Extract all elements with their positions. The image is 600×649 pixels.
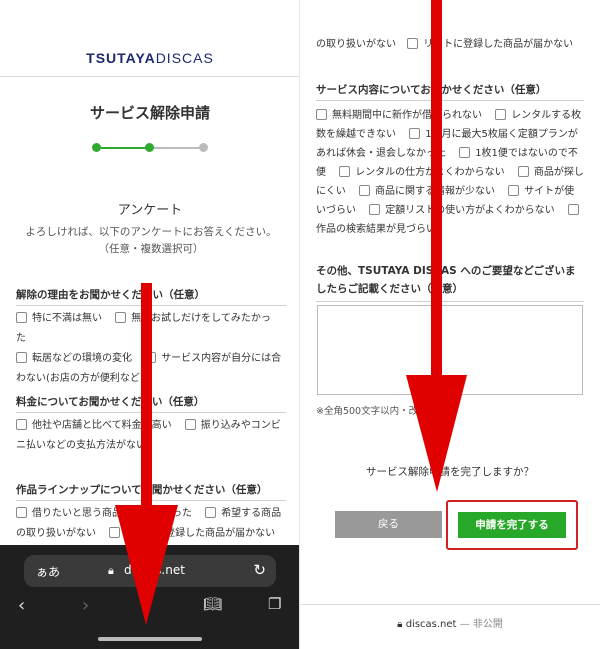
step-dot-2 [145, 143, 154, 152]
checkbox[interactable] [316, 109, 327, 120]
question-price-options: 他社や店舗と比べて料金が高い 振り込みやコンビニ払いなどの支払方法がない [16, 416, 288, 456]
reader-settings-button[interactable]: ぁあ [36, 563, 60, 580]
question-reason-options: 特に不満は無い 無料お試しだけをしてみたかった 転居などの環境の変化 サービス内… [16, 309, 288, 389]
checkbox[interactable] [517, 166, 529, 177]
option-price-1[interactable]: 他社や店舗と比べて料金が高い [16, 419, 172, 431]
checkbox[interactable] [145, 352, 157, 363]
checkbox[interactable] [16, 312, 27, 323]
back-icon[interactable]: ‹ [18, 595, 25, 616]
question-service-options: 無料期間中に新作が借りられない レンタルする枚数を繰越できない 1ヶ月に最大5枚… [316, 106, 584, 239]
forward-icon[interactable]: › [82, 595, 89, 616]
option-service-5[interactable]: レンタルの仕方がよくわからない [339, 166, 505, 178]
footer-address: 🔒︎ discas.net — 非公開 [300, 615, 600, 630]
checkbox[interactable] [16, 507, 27, 518]
option-lineup-1[interactable]: 借りたいと思う商品が貸し中だった [16, 507, 192, 519]
checkbox[interactable] [359, 185, 370, 196]
checkbox[interactable] [495, 109, 507, 120]
survey-description: よろしければ、以下のアンケートにお答えください。（任意・複数選択可） [25, 226, 277, 255]
checkbox[interactable] [109, 527, 121, 538]
logo-brand: TSUTAYA [86, 50, 156, 66]
question-other-title: その他、TSUTAYA DISCAS へのご要望などございましたらご記載ください… [316, 262, 584, 302]
question-service-title: サービス内容についてお聞かせください（任意） [316, 82, 584, 101]
question-lineup-options: 借りたいと思う商品が貸し中だった 希望する商品の取り扱いがない リストに登録した… [16, 504, 288, 544]
char-limit-note: ※全角500文字以内・改行不可 [316, 406, 447, 417]
option-service-9[interactable]: 定額リストの使い方がよくわからない [369, 204, 555, 216]
checkbox[interactable] [409, 128, 421, 139]
submit-button[interactable]: 申請を完了する [458, 512, 566, 538]
checkbox[interactable] [16, 352, 27, 363]
lock-icon: 🔒︎ [108, 564, 114, 577]
home-indicator [98, 637, 202, 641]
footer-private: — 非公開 [459, 619, 503, 630]
checkbox[interactable] [16, 419, 27, 430]
option-lineup-3[interactable]: リストに登録した商品が届かない [109, 527, 275, 539]
step-line-todo [150, 147, 204, 149]
option-reason-3[interactable]: 転居などの環境の変化 [16, 352, 132, 364]
step-indicator [92, 143, 208, 153]
checkbox[interactable] [205, 507, 217, 518]
question-reason-title: 解除の理由をお聞かせください（任意） [16, 287, 286, 306]
address-bar[interactable]: ぁあ 🔒︎ discas.net ↻ [24, 555, 276, 587]
option-service-7[interactable]: 商品に関する情報が少ない [359, 185, 495, 197]
logo-product: DISCAS [155, 50, 214, 66]
option-reason-1[interactable]: 特に不満は無い [16, 312, 102, 324]
continued-options: の取り扱いがない リストに登録した商品が届かない [316, 38, 574, 50]
checkbox[interactable] [115, 312, 127, 323]
back-button[interactable]: 戻る [335, 511, 442, 538]
checkbox[interactable] [339, 166, 351, 177]
bookmarks-icon[interactable]: 📖︎ [203, 595, 222, 613]
comment-textarea[interactable] [317, 305, 583, 395]
page-title: サービス解除申請 [89, 104, 210, 122]
confirm-message: サービス解除申請を完了しますか？ [366, 466, 534, 478]
safari-toolbar: ぁあ 🔒︎ discas.net ↻ ‹ › ⬆ 📖︎ ❐ [0, 545, 300, 649]
checkbox[interactable] [184, 419, 196, 430]
step-dot-1 [92, 143, 101, 152]
question-price-title: 料金についてお聞かせください（任意） [16, 394, 286, 413]
option-service-1[interactable]: 無料期間中に新作が借りられない [316, 109, 482, 121]
right-screenshot: の取り扱いがない リストに登録した商品が届かない サービス内容についてお聞かせく… [300, 0, 600, 649]
reload-icon[interactable]: ↻ [253, 561, 266, 579]
lock-icon: 🔒︎ [397, 619, 403, 630]
checkbox[interactable] [508, 185, 520, 196]
option-lineup-3-cont[interactable]: リストに登録した商品が届かない [407, 38, 573, 50]
checkbox[interactable] [369, 204, 381, 215]
submit-highlight-box: 申請を完了する [446, 500, 578, 550]
left-screenshot: TSUTAYADISCAS サービス解除申請 アンケート よろしければ、以下のア… [0, 0, 300, 649]
logo: TSUTAYADISCAS [0, 50, 300, 66]
tabs-icon[interactable]: ❐ [268, 595, 281, 613]
share-icon[interactable]: ⬆ [142, 595, 155, 613]
question-lineup-title: 作品ラインナップについてお聞かせください（任意） [16, 482, 286, 501]
step-dot-3 [199, 143, 208, 152]
checkbox[interactable] [459, 147, 471, 158]
survey-title: アンケート [117, 203, 183, 218]
step-line-done [96, 147, 150, 149]
checkbox[interactable] [407, 38, 419, 49]
footer-divider [300, 604, 600, 605]
footer-host: discas.net [405, 619, 457, 630]
address-host: discas.net [124, 563, 185, 577]
header-divider [0, 76, 300, 77]
checkbox[interactable] [567, 204, 579, 215]
